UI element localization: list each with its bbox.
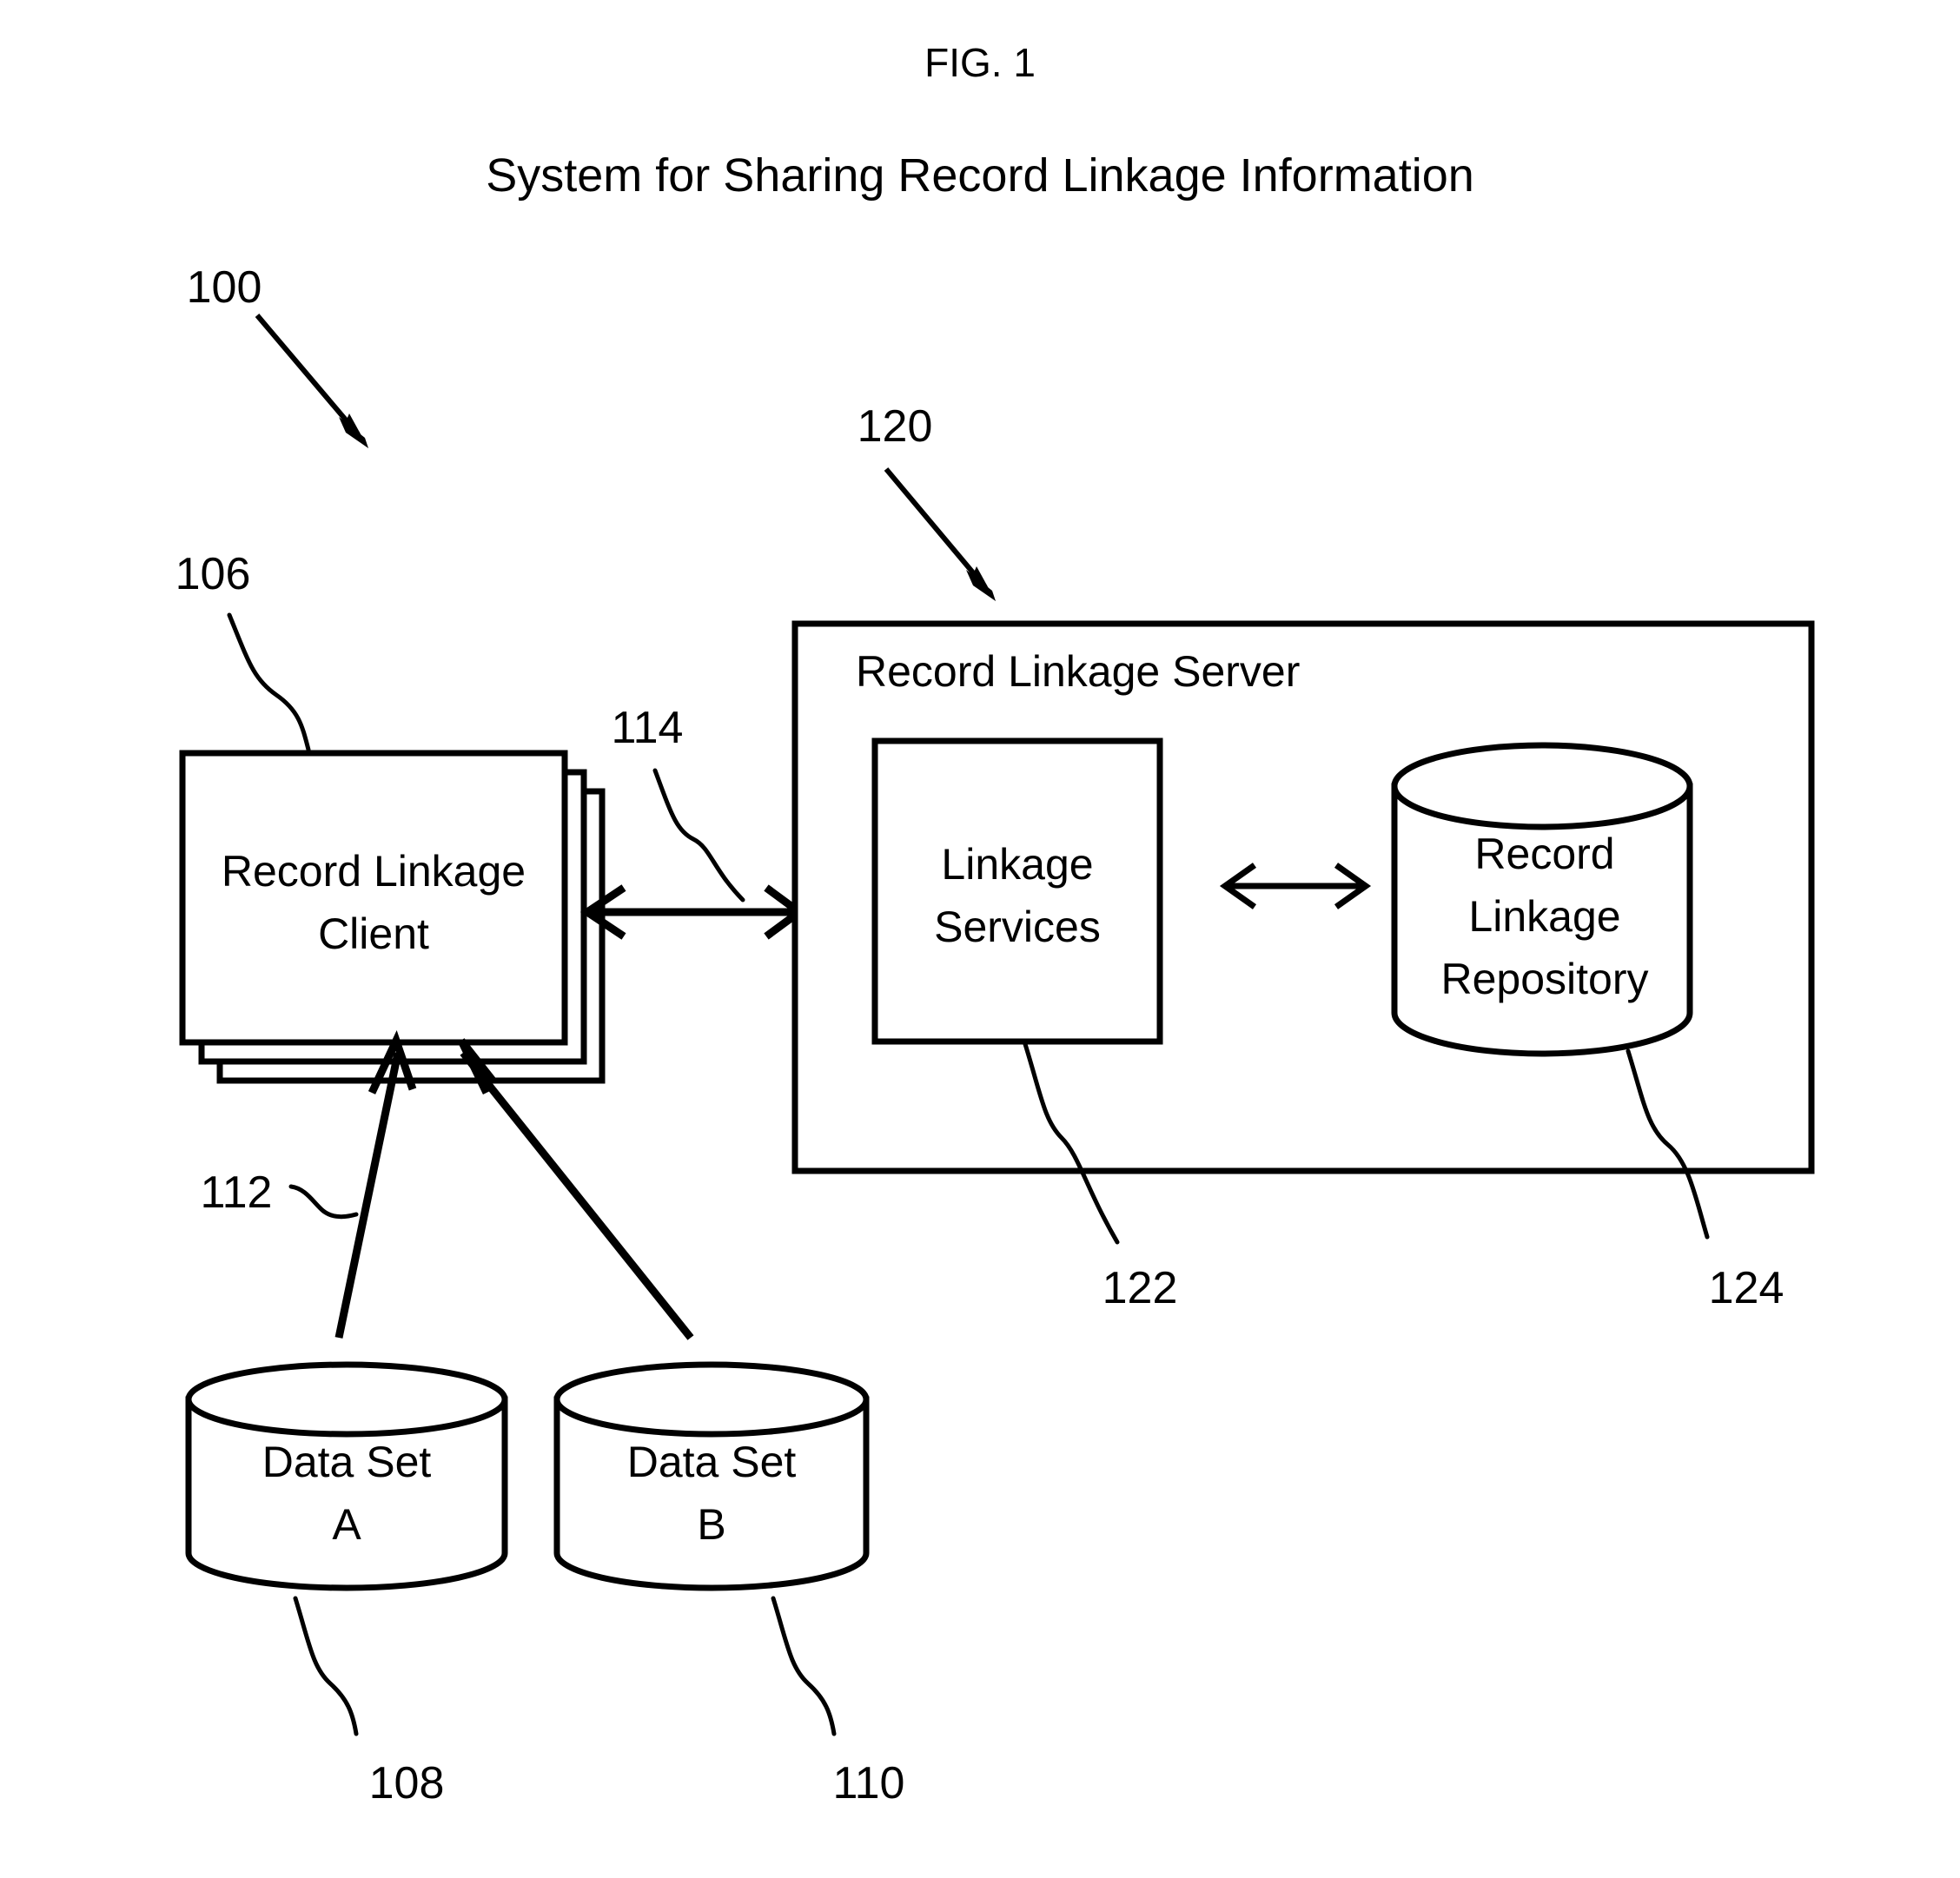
ref-numeral-112: 112: [201, 1167, 273, 1218]
leader-squiggle-112: [288, 1184, 359, 1220]
data-set-a-label-line2: A: [332, 1500, 361, 1549]
linkage-services-label-line2: Services: [934, 903, 1101, 951]
ref-numeral-122: 122: [1102, 1263, 1178, 1313]
patent-figure: FIG. 1 System for Sharing Record Linkage…: [0, 0, 1960, 1878]
ref-numeral-108: 108: [369, 1758, 445, 1809]
data-set-b-label-line2: B: [697, 1500, 725, 1549]
client-label-line1: Record Linkage: [222, 847, 526, 896]
dataset-a-to-client-arrow: [334, 1029, 417, 1339]
leader-arrow-120: [884, 467, 996, 601]
repository-label-line3: Repository: [1441, 955, 1649, 1003]
client-label-line2: Client: [318, 909, 429, 958]
ref-numeral-120: 120: [858, 401, 933, 452]
server-label: Record Linkage Server: [856, 647, 1300, 696]
ref-numeral-124: 124: [1709, 1263, 1785, 1313]
ref-numeral-114: 114: [612, 703, 684, 753]
ref-numeral-100: 100: [187, 262, 262, 313]
client-box-front[interactable]: [179, 750, 568, 1046]
leader-arrow-100: [255, 314, 368, 448]
data-set-b-label-line1: Data Set: [627, 1438, 797, 1486]
leader-squiggle-114: [652, 768, 745, 903]
repository-label-line1: Record: [1474, 830, 1614, 878]
figure-canvas: FIG. 1 System for Sharing Record Linkage…: [175, 40, 1815, 1809]
linkage-services-label-line1: Linkage: [941, 840, 1093, 889]
ref-numeral-106: 106: [175, 549, 251, 599]
ref-numeral-110: 110: [833, 1758, 905, 1809]
leader-squiggle-106: [227, 612, 311, 752]
data-set-a-label-line1: Data Set: [262, 1438, 432, 1486]
client-server-link-arrow: [579, 884, 806, 940]
leader-squiggle-108: [293, 1596, 359, 1736]
dataset-b-to-client-arrow: [457, 1038, 694, 1340]
repository-label-line2: Linkage: [1468, 892, 1620, 941]
leader-squiggle-110: [771, 1596, 837, 1736]
linkage-services-box[interactable]: [871, 737, 1163, 1045]
figure-title: System for Sharing Record Linkage Inform…: [486, 149, 1474, 202]
figure-number: FIG. 1: [924, 40, 1036, 85]
